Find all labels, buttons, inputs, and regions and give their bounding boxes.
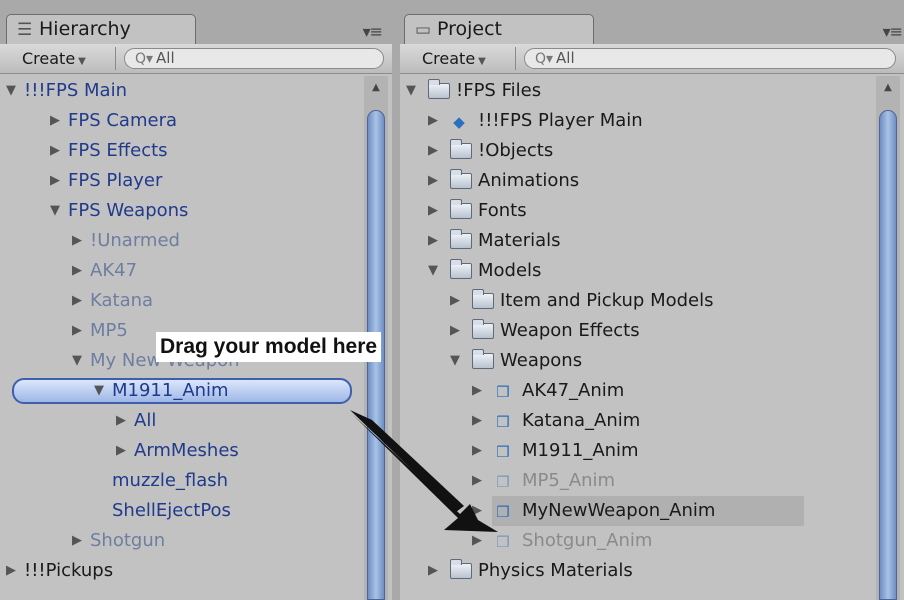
drag-arrow-icon bbox=[350, 410, 498, 532]
drag-callout: Drag your model here bbox=[156, 332, 382, 362]
